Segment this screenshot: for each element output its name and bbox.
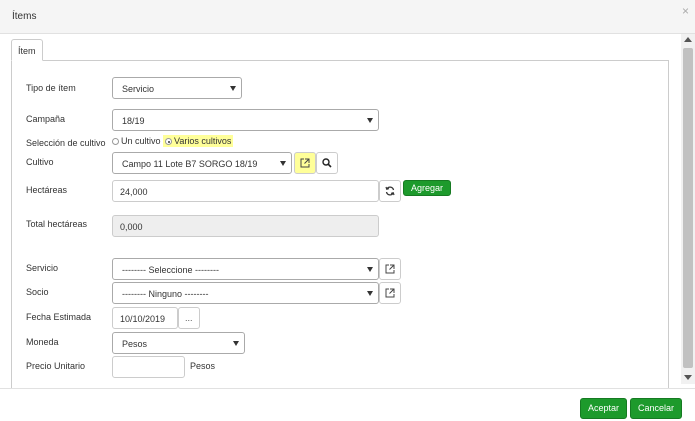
total-hectareas-value: 0,000: [120, 222, 143, 232]
tipo-item-select[interactable]: Servicio: [112, 77, 242, 99]
seleccion-cultivo-group: Un cultivo Varios cultivos: [112, 135, 234, 147]
cancelar-button[interactable]: Cancelar: [630, 398, 682, 419]
tab-item-label: Ítem: [18, 46, 36, 56]
socio-select[interactable]: -------- Ninguno --------: [112, 282, 379, 304]
precio-unitario-label: Precio Unitario: [26, 361, 86, 371]
caret-down-icon: [230, 86, 236, 91]
varios-cultivos-option[interactable]: Varios cultivos: [163, 135, 234, 147]
servicio-label: Servicio: [26, 263, 59, 273]
fecha-estimada-label: Fecha Estimada: [26, 312, 92, 322]
hectareas-value: 24,000: [120, 187, 148, 197]
caret-down-icon: [233, 341, 239, 346]
external-link-icon: [385, 264, 395, 274]
external-link-icon: [385, 288, 395, 298]
date-picker-label: ...: [185, 313, 193, 323]
refresh-icon: [385, 186, 395, 196]
caret-down-icon: [367, 118, 373, 123]
agregar-button[interactable]: Agregar: [403, 180, 451, 196]
moneda-value: Pesos: [122, 339, 148, 349]
socio-value: -------- Ninguno --------: [122, 289, 209, 299]
servicio-select[interactable]: -------- Seleccione --------: [112, 258, 379, 280]
moneda-select[interactable]: Pesos: [112, 332, 245, 354]
servicio-value: -------- Seleccione --------: [122, 265, 219, 275]
tipo-item-label: Tipo de ítem: [26, 83, 76, 93]
hectareas-refresh-button[interactable]: [379, 180, 401, 202]
radio-varios-cultivos-label[interactable]: Varios cultivos: [174, 136, 231, 146]
external-link-icon: [300, 158, 310, 168]
precio-unitario-unit: Pesos: [190, 361, 216, 371]
cultivo-search-button[interactable]: [316, 152, 338, 174]
radio-un-cultivo[interactable]: [112, 138, 119, 145]
total-hectareas-label: Total hectáreas: [26, 219, 88, 229]
caret-down-icon: [280, 161, 286, 166]
aceptar-button[interactable]: Aceptar: [580, 398, 627, 419]
precio-unitario-input[interactable]: [112, 356, 185, 378]
cultivo-value: Campo 11 Lote B7 SORGO 18/19: [122, 159, 258, 169]
search-icon: [322, 158, 332, 168]
dialog-title: Ítems: [12, 11, 37, 22]
cultivo-open-button[interactable]: [294, 152, 316, 174]
hectareas-input[interactable]: 24,000: [112, 180, 379, 202]
moneda-label: Moneda: [26, 337, 59, 347]
seleccion-cultivo-label: Selección de cultivo: [26, 138, 106, 148]
total-hectareas-field: 0,000: [112, 215, 379, 237]
socio-open-button[interactable]: [379, 282, 401, 304]
close-icon[interactable]: ×: [682, 4, 689, 18]
scroll-up-icon[interactable]: [684, 37, 692, 42]
scroll-thumb[interactable]: [683, 48, 693, 368]
tab-item[interactable]: Ítem: [11, 39, 43, 61]
fecha-estimada-input[interactable]: 10/10/2019: [112, 307, 178, 329]
cultivo-label: Cultivo: [26, 157, 54, 167]
campana-select[interactable]: 18/19: [112, 109, 379, 131]
cultivo-select[interactable]: Campo 11 Lote B7 SORGO 18/19: [112, 152, 292, 174]
servicio-open-button[interactable]: [379, 258, 401, 280]
radio-varios-cultivos[interactable]: [165, 138, 173, 145]
tipo-item-value: Servicio: [122, 84, 155, 94]
vertical-scrollbar[interactable]: [681, 34, 695, 384]
caret-down-icon: [367, 291, 373, 296]
fecha-estimada-value: 10/10/2019: [120, 314, 166, 324]
dialog-header: Ítems ×: [0, 0, 695, 34]
date-picker-button[interactable]: ...: [178, 307, 200, 329]
scroll-down-icon[interactable]: [684, 375, 692, 380]
radio-un-cultivo-label[interactable]: Un cultivo: [121, 136, 161, 146]
caret-down-icon: [367, 267, 373, 272]
campana-label: Campaña: [26, 114, 66, 124]
socio-label: Socio: [26, 287, 49, 297]
hectareas-label: Hectáreas: [26, 185, 68, 195]
campana-value: 18/19: [122, 116, 145, 126]
